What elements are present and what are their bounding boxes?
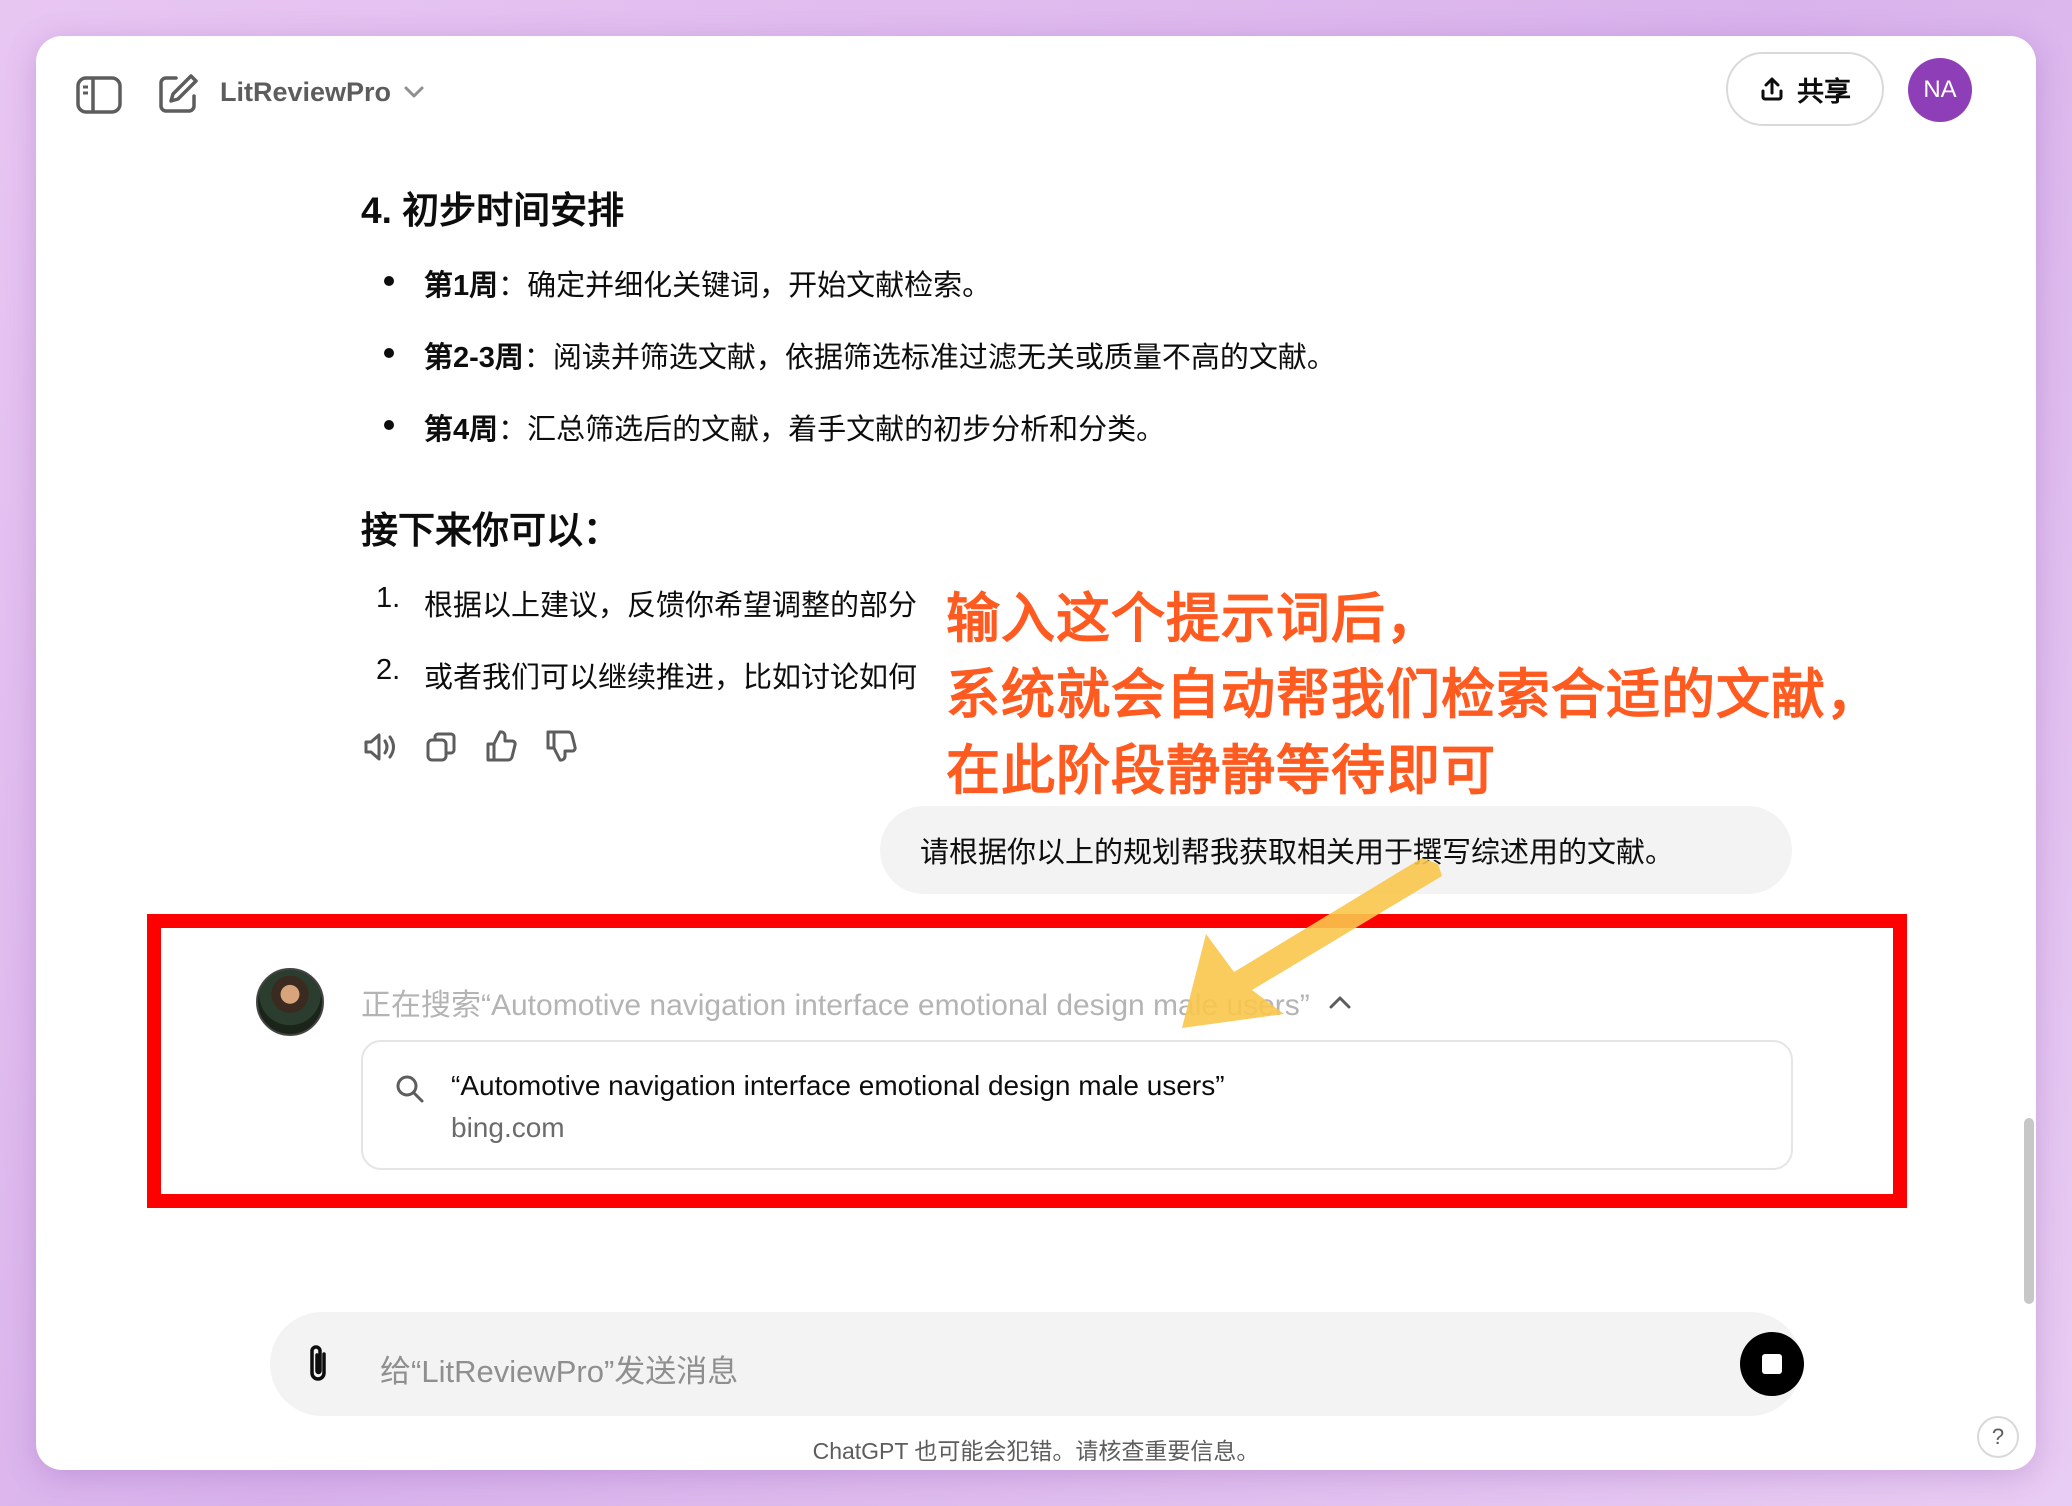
share-button[interactable]: 共享 (1726, 52, 1884, 126)
scrollbar[interactable] (2024, 1118, 2034, 1304)
model-selector[interactable]: LitReviewPro (220, 74, 425, 110)
section-heading-timeline: 4. 初步时间安排 (361, 190, 625, 231)
new-chat-icon[interactable] (156, 72, 200, 116)
thumbs-down-icon[interactable] (544, 728, 578, 764)
next-item: 根据以上建议，反馈你希望调整的部分 (424, 590, 918, 622)
share-label: 共享 (1797, 76, 1851, 107)
bullet-dot (384, 420, 394, 430)
chevron-down-icon (404, 86, 424, 98)
timeline-item: 第2-3周：阅读并筛选文献，依据筛选标准过滤无关或质量不高的文献。 (424, 342, 1336, 374)
list-number: 1. (376, 582, 401, 614)
app-window: LitReviewPro 共享 NA 4. 初步时间安排 第1周：确定并细化关键… (36, 36, 2036, 1470)
copy-icon[interactable] (424, 730, 458, 764)
sidebar-toggle-icon[interactable] (76, 76, 122, 114)
annotation-line: 系统就会自动帮我们检索合适的文献， (946, 665, 1881, 725)
thumbs-up-icon[interactable] (484, 728, 518, 764)
stop-generating-button[interactable] (1740, 1332, 1804, 1396)
bullet-dot (384, 348, 394, 358)
message-input[interactable]: 给“LitReviewPro”发送消息 (380, 1346, 738, 1391)
highlight-box (147, 914, 1907, 1208)
attach-icon[interactable] (302, 1342, 334, 1386)
message-composer[interactable]: 给“LitReviewPro”发送消息 (270, 1312, 1804, 1416)
timeline-item: 第1周：确定并细化关键词，开始文献检索。 (424, 270, 992, 302)
annotation-line: 输入这个提示词后， (946, 589, 1441, 649)
annotation-line: 在此阶段静静等待即可 (946, 741, 1496, 801)
user-avatar[interactable]: NA (1908, 58, 1972, 122)
read-aloud-icon[interactable] (362, 730, 400, 764)
next-item: 或者我们可以继续推进，比如讨论如何 (424, 662, 918, 694)
annotation-arrow-icon (1182, 858, 1442, 1028)
help-button[interactable]: ? (1977, 1416, 2019, 1458)
list-number: 2. (376, 654, 401, 686)
upload-icon (1761, 77, 1783, 101)
model-name: LitReviewPro (220, 77, 392, 107)
disclaimer-text: ChatGPT 也可能会犯错。请核查重要信息。 (812, 1438, 1260, 1464)
timeline-item: 第4周：汇总筛选后的文献，着手文献的初步分析和分类。 (424, 414, 1166, 446)
section-heading-next: 接下来你可以： (361, 510, 620, 551)
bullet-dot (384, 276, 394, 286)
stop-icon (1762, 1354, 1782, 1374)
